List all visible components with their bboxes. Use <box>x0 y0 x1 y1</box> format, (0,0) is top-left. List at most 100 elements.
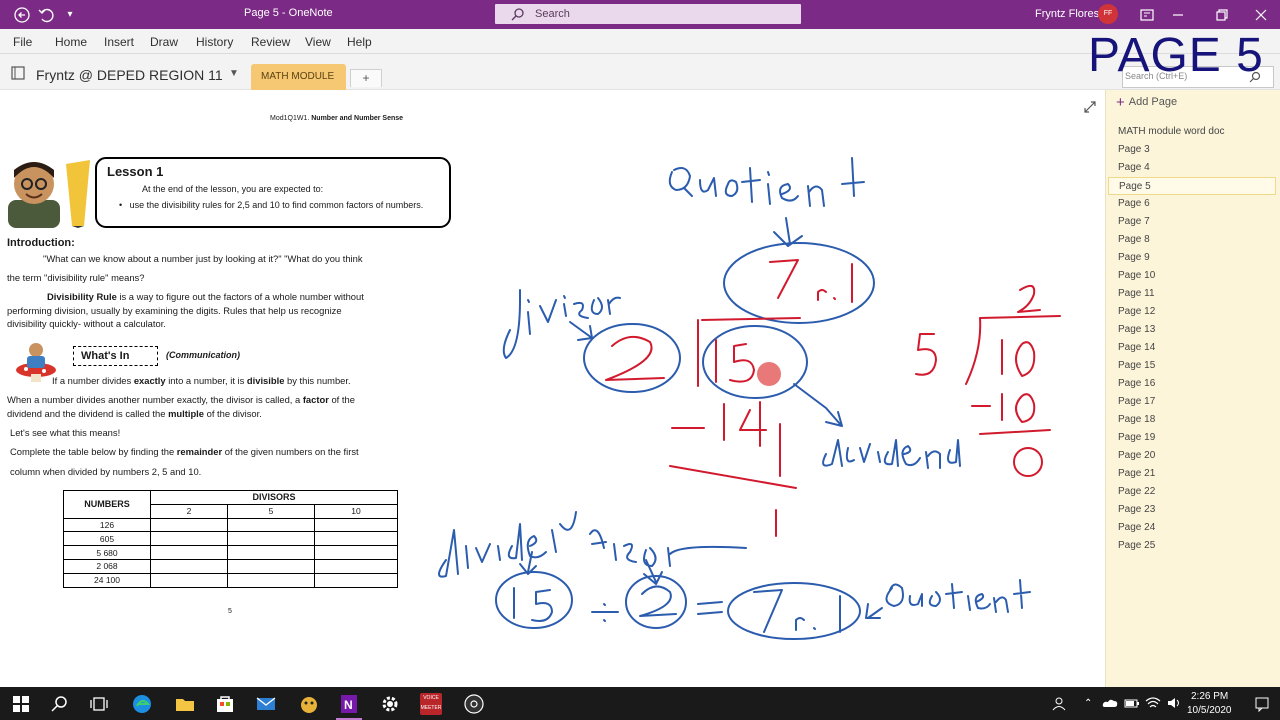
search-box[interactable]: Search <box>495 4 801 24</box>
obs-icon[interactable] <box>463 693 485 715</box>
menu-insert[interactable]: Insert <box>104 35 134 49</box>
minimize-icon[interactable] <box>1168 5 1188 25</box>
clock-time[interactable]: 2:26 PM <box>1191 691 1228 702</box>
svg-text:N: N <box>344 698 353 712</box>
list-item[interactable]: Page 16 <box>1108 375 1276 393</box>
answer-cell[interactable] <box>314 558 398 574</box>
wifi-icon[interactable] <box>1145 696 1161 710</box>
list-item[interactable]: Page 15 <box>1108 357 1276 375</box>
list-item[interactable]: Page 3 <box>1108 141 1276 159</box>
list-item-selected[interactable]: Page 5 <box>1108 177 1276 195</box>
table-row: 605 <box>63 531 398 547</box>
notebook-name[interactable]: Fryntz @ DEPED REGION 11 <box>36 67 223 83</box>
chevron-down-icon[interactable]: ▼ <box>229 68 239 79</box>
avatar[interactable]: FF <box>1098 4 1118 24</box>
list-item[interactable]: Page 23 <box>1108 501 1276 519</box>
answer-cell[interactable] <box>227 545 315 560</box>
page-number: 5 <box>228 608 232 615</box>
list-item[interactable]: Page 12 <box>1108 303 1276 321</box>
list-item[interactable]: Page 24 <box>1108 519 1276 537</box>
windows-start-icon[interactable] <box>10 693 32 715</box>
answer-cell[interactable] <box>227 558 315 574</box>
def-text-c: into a number, it is <box>165 375 247 386</box>
teacher-cartoon-icon <box>8 160 90 228</box>
list-item[interactable]: Page 11 <box>1108 285 1276 303</box>
game-app-icon[interactable] <box>298 693 320 715</box>
answer-cell[interactable] <box>314 531 398 547</box>
answer-cell[interactable] <box>314 517 398 533</box>
menu-home[interactable]: Home <box>55 35 87 49</box>
rule-definition: is a way to figure out the factors of a … <box>116 291 364 302</box>
expand-icon[interactable] <box>1083 100 1097 114</box>
menu-draw[interactable]: Draw <box>150 35 178 49</box>
battery-icon[interactable] <box>1124 696 1140 710</box>
user-name[interactable]: Fryntz Flores <box>1035 8 1099 20</box>
answer-cell[interactable] <box>150 545 228 560</box>
answer-cell[interactable] <box>227 572 315 588</box>
answer-cell[interactable] <box>150 531 228 547</box>
answer-cell[interactable] <box>150 572 228 588</box>
answer-cell[interactable] <box>227 531 315 547</box>
menu-view[interactable]: View <box>305 35 331 49</box>
page-overlay-title: PAGE 5 <box>1088 29 1264 82</box>
file-explorer-icon[interactable] <box>174 693 196 715</box>
volume-icon[interactable] <box>1166 696 1182 710</box>
add-page-button[interactable]: + Add Page <box>1116 94 1177 114</box>
edge-browser-icon[interactable] <box>131 693 153 715</box>
menu-file[interactable]: File <box>13 35 32 49</box>
settings-gear-icon[interactable] <box>379 693 401 715</box>
undo-icon[interactable] <box>36 5 56 25</box>
list-item[interactable]: Page 4 <box>1108 159 1276 177</box>
list-item[interactable]: Page 8 <box>1108 231 1276 249</box>
people-icon[interactable] <box>1050 695 1068 713</box>
onenote-icon[interactable]: N <box>338 693 360 715</box>
list-item[interactable]: Page 19 <box>1108 429 1276 447</box>
store-icon[interactable] <box>214 693 236 715</box>
answer-cell[interactable] <box>314 572 398 588</box>
menu-help[interactable]: Help <box>347 35 372 49</box>
number-cell: 605 <box>63 531 151 547</box>
list-item[interactable]: Page 18 <box>1108 411 1276 429</box>
tab-math-module[interactable]: MATH MODULE <box>251 64 346 90</box>
list-item[interactable]: Page 22 <box>1108 483 1276 501</box>
module-title: Number and Number Sense <box>311 115 404 122</box>
rule-line-2: performing division, usually by examinin… <box>7 305 342 316</box>
notebook-icon[interactable] <box>11 66 27 80</box>
intro-question-2: the term "divisibility rule" means? <box>7 272 145 283</box>
answer-cell[interactable] <box>227 517 315 533</box>
divisor-cell: 10 <box>314 503 398 519</box>
module-code: Mod1Q1W1. <box>270 115 310 122</box>
list-item[interactable]: Page 21 <box>1108 465 1276 483</box>
menu-review[interactable]: Review <box>251 35 290 49</box>
list-item[interactable]: MATH module word doc <box>1108 123 1276 141</box>
list-item[interactable]: Page 14 <box>1108 339 1276 357</box>
answer-cell[interactable] <box>314 545 398 560</box>
list-item[interactable]: Page 9 <box>1108 249 1276 267</box>
quick-access-dropdown-icon[interactable]: ▾ <box>60 5 80 25</box>
onedrive-icon[interactable] <box>1102 696 1118 710</box>
list-item[interactable]: Page 13 <box>1108 321 1276 339</box>
list-item[interactable]: Page 6 <box>1108 195 1276 213</box>
menu-history[interactable]: History <box>196 35 233 49</box>
mail-icon[interactable] <box>255 693 277 715</box>
list-item[interactable]: Page 7 <box>1108 213 1276 231</box>
clock-date[interactable]: 10/5/2020 <box>1187 705 1232 716</box>
fullscreen-icon[interactable] <box>1137 5 1157 25</box>
search-icon[interactable] <box>49 693 71 715</box>
notification-icon[interactable] <box>1254 696 1270 712</box>
voicemeeter-icon[interactable]: VOICE MEETER <box>420 693 442 715</box>
list-item[interactable]: Page 17 <box>1108 393 1276 411</box>
task-view-icon[interactable] <box>88 693 110 715</box>
def-text-b: exactly <box>133 375 166 386</box>
close-icon[interactable] <box>1251 5 1271 25</box>
add-section-button[interactable]: + <box>350 69 382 87</box>
plus-icon: + <box>1116 94 1125 111</box>
restore-icon[interactable] <box>1212 5 1232 25</box>
answer-cell[interactable] <box>150 558 228 574</box>
back-icon[interactable] <box>12 5 32 25</box>
list-item[interactable]: Page 20 <box>1108 447 1276 465</box>
answer-cell[interactable] <box>150 517 228 533</box>
list-item[interactable]: Page 25 <box>1108 537 1276 555</box>
chevron-up-icon[interactable]: ⌃ <box>1084 698 1092 709</box>
list-item[interactable]: Page 10 <box>1108 267 1276 285</box>
